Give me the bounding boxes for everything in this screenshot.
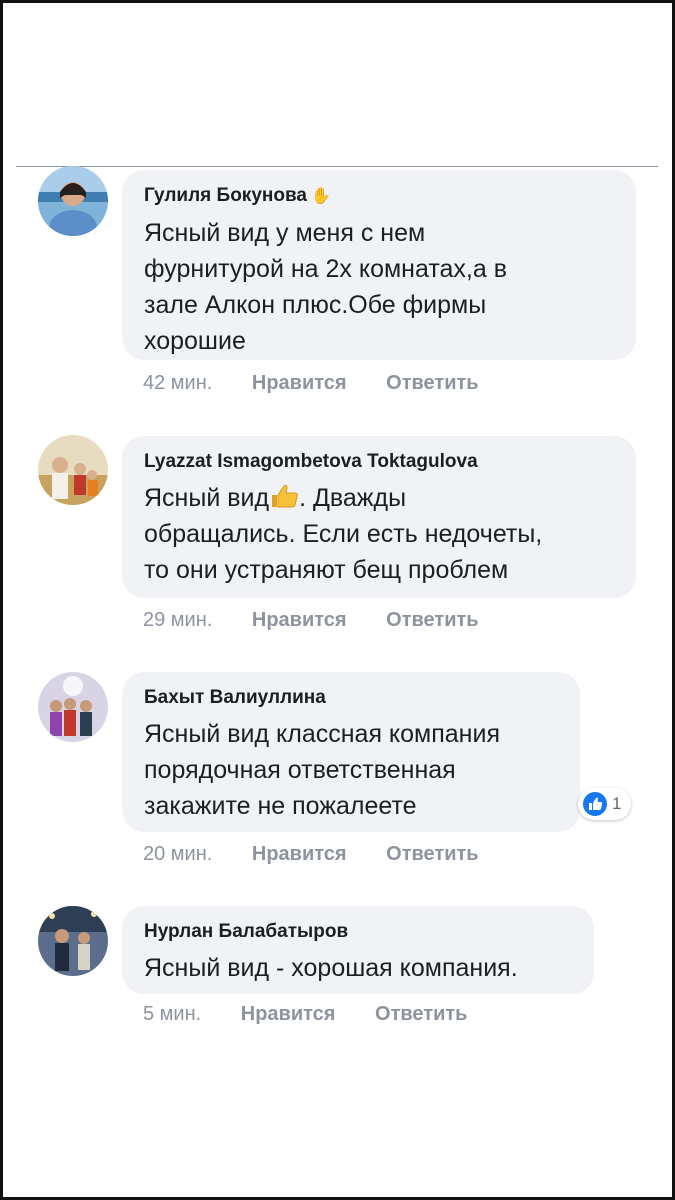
- comment-text-line: обращались. Если есть недочеты,: [144, 520, 543, 548]
- comment-bubble: Бахыт Валиуллина Ясный вид классная комп…: [122, 672, 580, 832]
- comment-bubble: Гулиля Бокунова ✋ Ясный вид у меня с нем …: [122, 170, 636, 360]
- comment-meta: 20 мин. Нравится Ответить: [143, 843, 479, 866]
- comment-time[interactable]: 20 мин.: [143, 843, 212, 866]
- comment-meta: 5 мин. Нравится Ответить: [143, 1003, 467, 1026]
- comment-time[interactable]: 42 мин.: [143, 372, 212, 395]
- comment-text-segment: . Дважды: [299, 484, 407, 512]
- comment-text-line: зале Алкон плюс.Обе фирмы: [144, 291, 487, 319]
- author-name[interactable]: Гулиля Бокунова: [144, 185, 307, 206]
- like-button[interactable]: Нравится: [252, 843, 347, 866]
- comment-meta: 42 мин. Нравится Ответить: [143, 372, 479, 395]
- comment-text-line: Ясный вид . Дважды: [144, 480, 616, 516]
- author-name[interactable]: Lyazzat Ismagombetova Toktagulova: [144, 451, 478, 472]
- comment-text-line: Ясный вид у меня с нем: [144, 219, 426, 247]
- comment-author[interactable]: Бахыт Валиуллина: [144, 686, 560, 710]
- author-name[interactable]: Нурлан Балабатыров: [144, 921, 348, 942]
- comment-text: Ясный вид . Дважды обращались. Если есть …: [144, 480, 616, 588]
- comment-bubble: Lyazzat Ismagombetova Toktagulova Ясный …: [122, 436, 636, 598]
- like-button[interactable]: Нравится: [252, 609, 347, 632]
- comment-author[interactable]: Lyazzat Ismagombetova Toktagulova: [144, 450, 616, 474]
- comment-text-line: Ясный вид - хорошая компания.: [144, 954, 518, 982]
- comment-text-line: закажите не пожалеете: [144, 792, 417, 820]
- comment-text: Ясный вид классная компания порядочная о…: [144, 716, 560, 824]
- reaction-count: 1: [612, 794, 622, 813]
- comment-text: Ясный вид у меня с нем фурнитурой на 2х …: [144, 215, 616, 359]
- like-button[interactable]: Нравится: [252, 372, 347, 395]
- reply-button[interactable]: Ответить: [386, 843, 478, 866]
- comment-text-line: то они устраняют бещ проблем: [144, 556, 509, 584]
- comment-text-line: фурнитурой на 2х комнатах,а в: [144, 255, 507, 283]
- avatar[interactable]: [38, 906, 108, 976]
- avatar[interactable]: [38, 435, 108, 505]
- comment-text-line: Ясный вид классная компания: [144, 720, 500, 748]
- reply-button[interactable]: Ответить: [375, 1003, 467, 1026]
- comment-time[interactable]: 29 мин.: [143, 609, 212, 632]
- reply-button[interactable]: Ответить: [386, 372, 478, 395]
- reply-button[interactable]: Ответить: [386, 609, 478, 632]
- comment-text-line: порядочная ответственная: [144, 756, 456, 784]
- divider: [16, 166, 658, 167]
- like-reaction-icon: [583, 792, 607, 816]
- comment-time[interactable]: 5 мин.: [143, 1003, 201, 1026]
- reaction-badge[interactable]: 1: [578, 788, 632, 820]
- like-button[interactable]: Нравится: [241, 1003, 336, 1026]
- avatar[interactable]: [38, 672, 108, 742]
- avatar[interactable]: [38, 166, 108, 236]
- comment-text-segment: Ясный вид: [144, 484, 270, 512]
- comment-text-line: хорошие: [144, 327, 246, 355]
- comment-text: Ясный вид - хорошая компания.: [144, 950, 574, 986]
- thumbs-up-emoji-icon: [272, 484, 298, 508]
- comment-meta: 29 мин. Нравится Ответить: [143, 609, 479, 632]
- comment-bubble: Нурлан Балабатыров Ясный вид - хорошая к…: [122, 906, 594, 994]
- comment-author[interactable]: Нурлан Балабатыров: [144, 920, 574, 944]
- comment-author[interactable]: Гулиля Бокунова ✋: [144, 184, 616, 209]
- author-name[interactable]: Бахыт Валиуллина: [144, 687, 326, 708]
- wave-hand-icon: ✋: [310, 188, 331, 205]
